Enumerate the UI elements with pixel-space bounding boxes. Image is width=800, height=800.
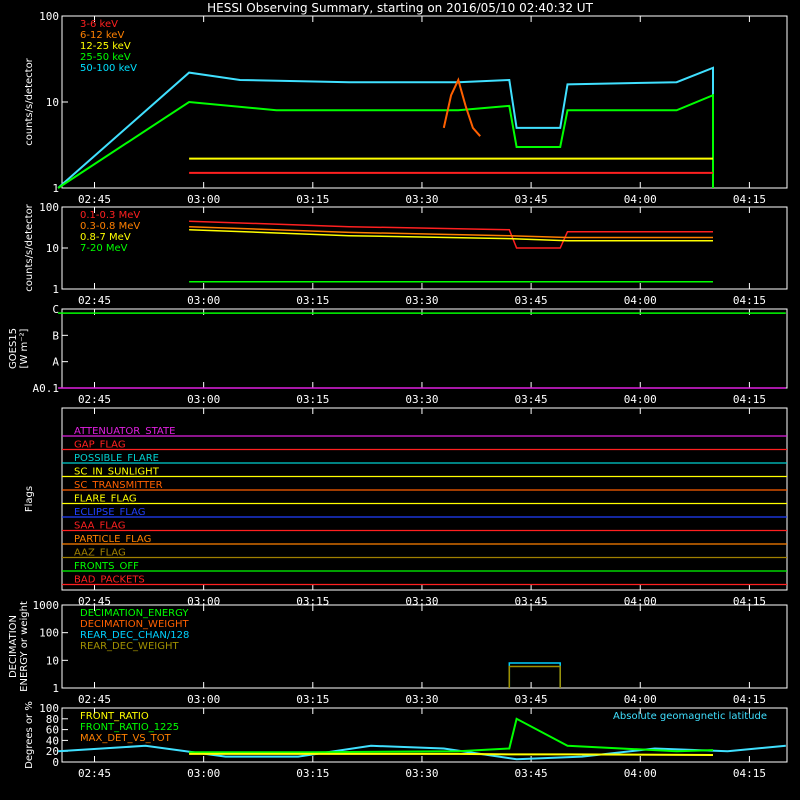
x-tick-label: 04:15 <box>733 767 766 780</box>
legend-entry: 50-100 keV <box>80 63 137 74</box>
summary-chart: HESSI Observing Summary, starting on 201… <box>8 1 788 780</box>
panel-frame <box>61 206 788 290</box>
x-tick-label: 03:30 <box>405 393 438 406</box>
panel-3: A0.1 A BC 02:45 03:00 03:15 03:30 03:45 04:00 04:… <box>8 303 788 406</box>
y-tick-label: C <box>52 303 59 316</box>
y-tick-label: 1000 <box>33 599 60 612</box>
series-line <box>508 665 561 688</box>
y-tick-label: 100 <box>39 201 59 214</box>
panel-2: 1 10 100 02:45 03:00 03:15 03:30 03:45 04:00 04:1… <box>24 201 788 307</box>
x-tick-label: 04:00 <box>624 767 657 780</box>
panel-1: 1 10 100 02:45 03:00 03:15 03:30 03:45 04:00 04:1… <box>24 10 788 206</box>
x-tick-label: 04:15 <box>733 393 766 406</box>
y-tick-label: 100 <box>39 627 59 640</box>
y-axis-label: ENERGY or weight <box>19 601 30 692</box>
y-axis-label: GOES15 <box>8 328 19 369</box>
legend-entry: 25-50 keV <box>80 52 131 63</box>
legend-entry: REAR_DEC_WEIGHT <box>80 641 179 652</box>
x-tick-label: 04:15 <box>733 294 766 307</box>
y-axis-label: Flags <box>24 486 35 512</box>
legend-entry: 0.3-0.8 MeV <box>80 221 140 232</box>
y-tick-label: A0.1 <box>33 382 60 395</box>
legend-entry: REAR_DEC_CHAN/128 <box>80 630 189 641</box>
y-axis-label: counts/s/detector <box>24 203 35 291</box>
legend-entry: Absolute geomagnetic latitude <box>613 711 767 722</box>
x-tick-label: 04:00 <box>624 294 657 307</box>
series-line <box>57 66 714 189</box>
panels: 11010002:45 03:00 03:15 03:30 03:45 04:00 04:1… <box>8 10 788 780</box>
panel-frame <box>61 15 788 189</box>
legend-entry: DECIMATION_ENERGY <box>80 608 189 619</box>
y-axis-label: [W m⁻²] <box>19 328 30 368</box>
y-tick-label: 10 <box>46 654 59 667</box>
panel-4: 02:45 03:00 03:15 03:30 03:45 04:00 04:15Flags… <box>24 407 788 608</box>
y-axis-label: Degrees or % <box>24 701 35 769</box>
x-tick-label: 04:15 <box>733 193 766 206</box>
legend-entry: 12-25 keV <box>80 41 131 52</box>
y-tick-label: 1 <box>52 182 59 195</box>
x-tick-label: 04:00 <box>624 393 657 406</box>
x-tick-label: 03:15 <box>296 294 329 307</box>
y-tick-label: 100 <box>39 10 59 23</box>
series-line <box>189 752 714 756</box>
legend-entry: DECIMATION_WEIGHT <box>80 619 189 630</box>
x-tick-label: 03:00 <box>187 767 220 780</box>
x-tick-label: 03:00 <box>187 393 220 406</box>
x-tick-label: 03:00 <box>187 294 220 307</box>
x-tick-label: 02:45 <box>78 193 111 206</box>
x-tick-label: 03:30 <box>405 767 438 780</box>
legend-entry: 0.1-0.3 MeV <box>80 210 140 221</box>
x-tick-label: 03:00 <box>187 693 220 706</box>
x-tick-label: 03:30 <box>405 693 438 706</box>
series-line <box>189 717 714 754</box>
x-tick-label: 03:45 <box>515 393 548 406</box>
y-tick-label: 10 <box>46 242 59 255</box>
y-tick-label: 10 <box>46 96 59 109</box>
panel-frame <box>61 308 788 389</box>
legend-entry: MAX_DET_VS_TOT <box>80 733 172 744</box>
x-tick-label: 04:00 <box>624 693 657 706</box>
x-tick-label: 03:15 <box>296 193 329 206</box>
x-tick-label: 03:30 <box>405 294 438 307</box>
legend-entry: 0.8-7 MeV <box>80 232 131 243</box>
y-tick-label: 100 <box>39 702 59 715</box>
legend-entry: 7-20 MeV <box>80 243 128 254</box>
x-tick-label: 03:15 <box>296 767 329 780</box>
y-tick-label: B <box>52 329 59 342</box>
panel-5: 1 10 100 1000 02:45 03:00 03:15 03:30 03:45 04:00… <box>8 599 788 706</box>
legend-entry: FRONT_RATIO <box>80 711 149 722</box>
x-tick-label: 03:45 <box>515 193 548 206</box>
x-tick-label: 03:45 <box>515 767 548 780</box>
y-tick-label: A <box>52 356 59 369</box>
series-line <box>57 93 714 189</box>
legend-entry: FRONT_RATIO_1225 <box>80 722 179 733</box>
legend-entry: 3-6 keV <box>80 19 118 30</box>
x-tick-label: 03:15 <box>296 693 329 706</box>
x-tick-label: 03:15 <box>296 393 329 406</box>
panel-6: 02040608010002:45 03:00 03:15 03:30 03:45 04:… <box>24 701 788 780</box>
x-tick-label: 04:00 <box>624 193 657 206</box>
x-tick-label: 03:00 <box>187 193 220 206</box>
x-tick-label: 03:45 <box>515 294 548 307</box>
x-tick-label: 03:45 <box>515 693 548 706</box>
x-tick-label: 02:45 <box>78 767 111 780</box>
x-tick-label: 04:15 <box>733 693 766 706</box>
y-axis-label: counts/s/detector <box>24 57 35 145</box>
legend-entry: 6-12 keV <box>80 30 124 41</box>
chart-title: HESSI Observing Summary, starting on 201… <box>207 1 593 15</box>
y-axis-label: DECIMATION <box>8 615 19 678</box>
x-tick-label: 02:45 <box>78 294 111 307</box>
x-tick-label: 03:30 <box>405 193 438 206</box>
x-tick-label: 02:45 <box>78 693 111 706</box>
y-tick-label: 1 <box>52 682 59 695</box>
x-tick-label: 02:45 <box>78 393 111 406</box>
y-tick-label: 1 <box>52 283 59 296</box>
